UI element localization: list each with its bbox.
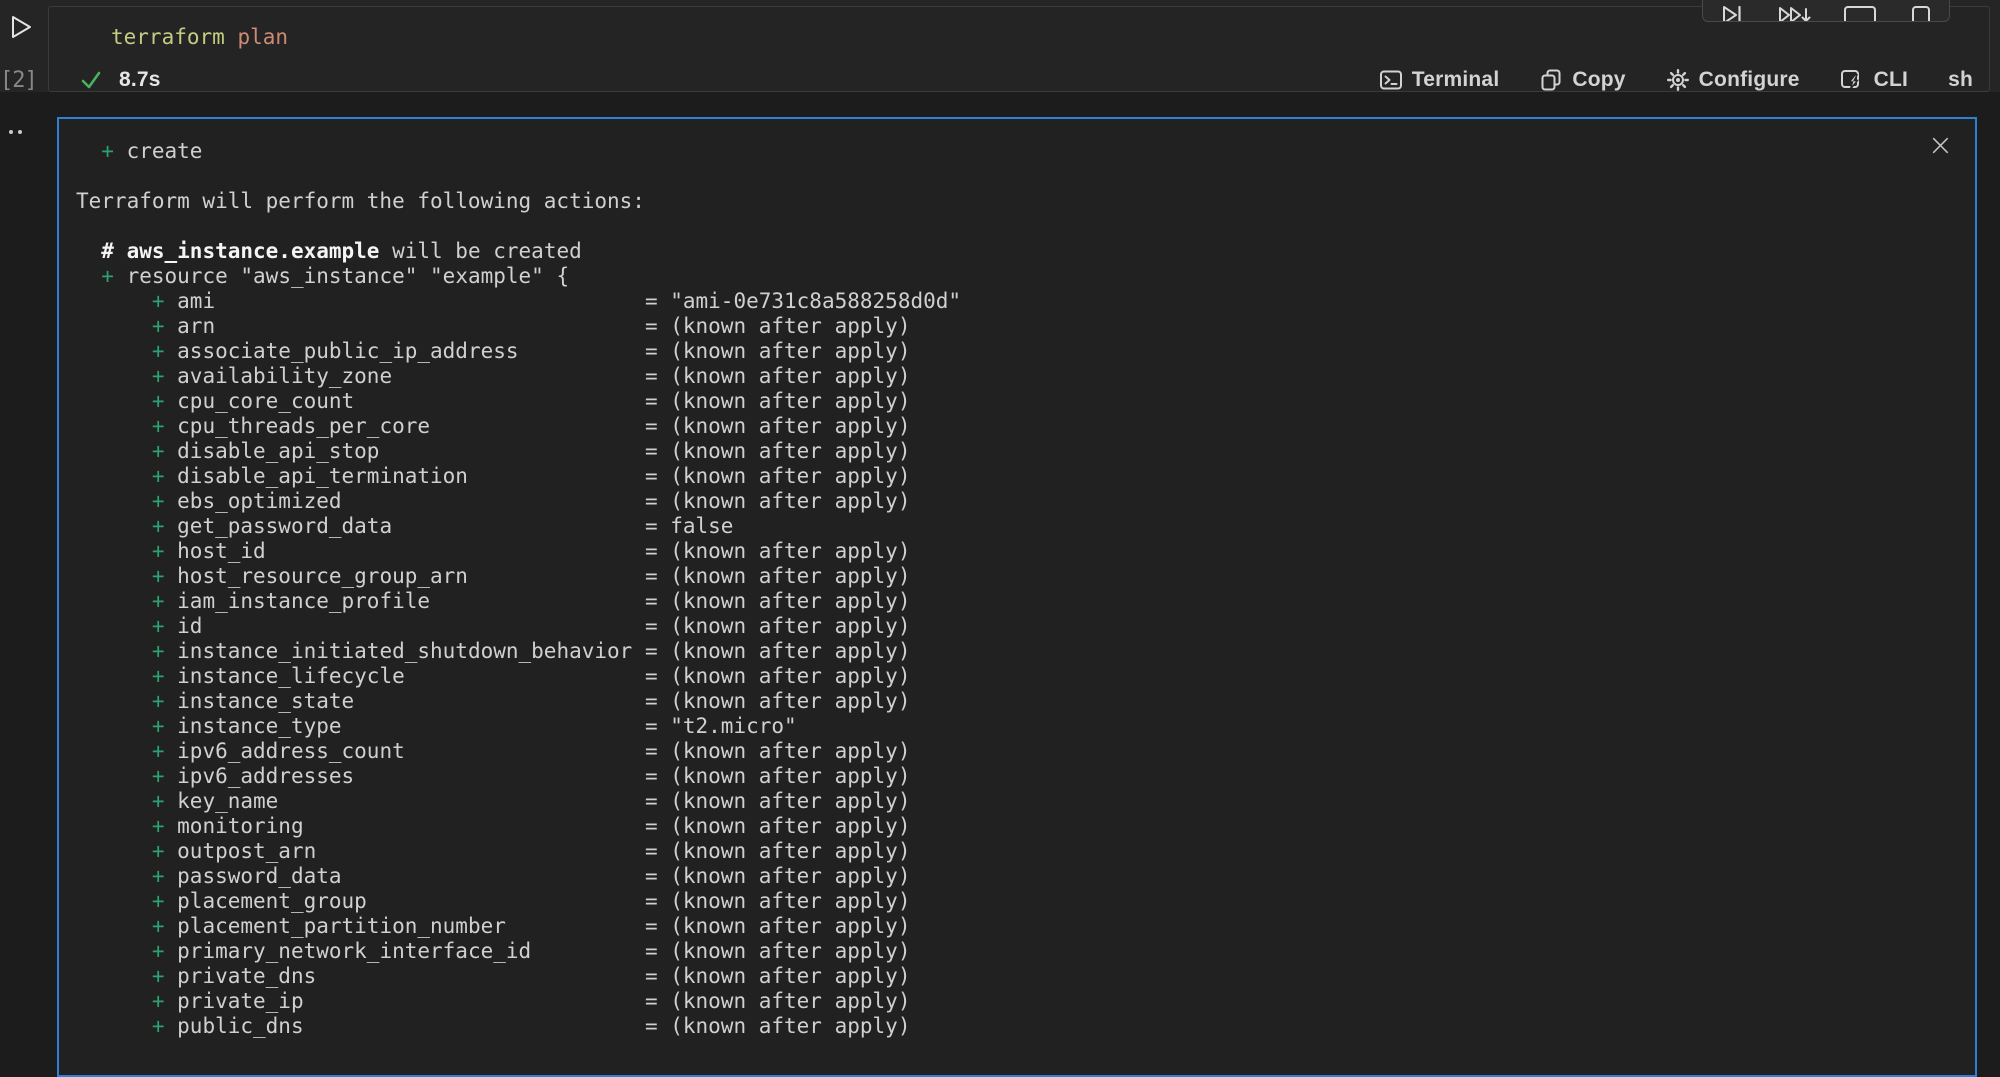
cell-actions: Terminal Copy: [1379, 65, 1973, 95]
plan-line: [76, 164, 1915, 189]
copy-button-label: Copy: [1572, 68, 1625, 92]
plan-line: + private_dns = (known after apply): [76, 964, 1915, 989]
copy-button[interactable]: Copy: [1539, 68, 1625, 92]
plan-line: + host_id = (known after apply): [76, 539, 1915, 564]
hover-toolbar: [1702, 0, 1950, 22]
plan-line: + host_resource_group_arn = (known after…: [76, 564, 1915, 589]
arrow-down-icon: [1803, 9, 1810, 21]
check-icon: [79, 68, 103, 92]
fast-forward-icon[interactable]: [1777, 3, 1811, 22]
square-icon[interactable]: [1909, 3, 1933, 22]
plan-line: + monitoring = (known after apply): [76, 814, 1915, 839]
plan-line: + public_dns = (known after apply): [76, 1014, 1915, 1039]
plan-line: + get_password_data = false: [76, 514, 1915, 539]
shell-type-button[interactable]: sh: [1948, 68, 1973, 92]
execution-count: [2]: [0, 68, 46, 93]
terminal-button-label: Terminal: [1412, 68, 1500, 92]
plan-line: + instance_state = (known after apply): [76, 689, 1915, 714]
play-icon[interactable]: [1719, 3, 1745, 22]
cli-zap-icon: [1840, 68, 1865, 92]
plan-line: + disable_api_termination = (known after…: [76, 464, 1915, 489]
plan-line: + ipv6_addresses = (known after apply): [76, 764, 1915, 789]
plan-output-panel: × + create Terraform will perform the fol…: [57, 117, 1977, 1077]
run-cell-button[interactable]: [8, 14, 34, 40]
plan-line: + instance_type = "t2.micro": [76, 714, 1915, 739]
plan-line: [76, 214, 1915, 239]
plan-line: + create: [76, 139, 1915, 164]
command-program: terraform: [111, 25, 225, 49]
plan-line: # aws_instance.example will be created: [76, 239, 1915, 264]
plan-line: + associate_public_ip_address = (known a…: [76, 339, 1915, 364]
plan-line: + cpu_threads_per_core = (known after ap…: [76, 414, 1915, 439]
plan-line: + cpu_core_count = (known after apply): [76, 389, 1915, 414]
collapse-output-toggle[interactable]: [9, 124, 39, 140]
play-outline-icon: [8, 14, 34, 40]
duration-label: 8.7s: [119, 68, 161, 92]
command-cell: terraform plan 8.7s Terminal: [48, 6, 1990, 92]
plan-line: + private_ip = (known after apply): [76, 989, 1915, 1014]
plan-line: + resource "aws_instance" "example" {: [76, 264, 1915, 289]
command-argument: plan: [237, 25, 288, 49]
cli-button[interactable]: CLI: [1840, 68, 1908, 92]
plan-line: + disable_api_stop = (known after apply): [76, 439, 1915, 464]
plan-line: + id = (known after apply): [76, 614, 1915, 639]
plan-line: + placement_group = (known after apply): [76, 889, 1915, 914]
plan-output-text: + create Terraform will perform the follo…: [59, 119, 1915, 1075]
plan-line: + ebs_optimized = (known after apply): [76, 489, 1915, 514]
close-icon[interactable]: ×: [1928, 131, 1953, 161]
plan-line: + arn = (known after apply): [76, 314, 1915, 339]
command-cell-strip: [2] terraform plan 8.7s Terminal: [0, 0, 2000, 92]
gear-icon: [1666, 68, 1690, 92]
plan-line: + ipv6_address_count = (known after appl…: [76, 739, 1915, 764]
command-text: terraform plan: [111, 23, 288, 51]
configure-button-label: Configure: [1699, 68, 1800, 92]
terminal-button[interactable]: Terminal: [1379, 68, 1500, 92]
plan-line: + password_data = (known after apply): [76, 864, 1915, 889]
panel-icon[interactable]: [1843, 3, 1877, 22]
plan-line: Terraform will perform the following act…: [76, 189, 1915, 214]
plan-line: + key_name = (known after apply): [76, 789, 1915, 814]
terminal-icon: [1379, 68, 1403, 92]
plan-line: + instance_initiated_shutdown_behavior =…: [76, 639, 1915, 664]
plan-line: + placement_partition_number = (known af…: [76, 914, 1915, 939]
plan-line: + primary_network_interface_id = (known …: [76, 939, 1915, 964]
plan-line: + instance_lifecycle = (known after appl…: [76, 664, 1915, 689]
plan-line: + availability_zone = (known after apply…: [76, 364, 1915, 389]
copy-icon: [1539, 68, 1563, 92]
status-row: 8.7s: [79, 67, 161, 93]
shell-type-label: sh: [1948, 68, 1973, 92]
cli-button-label: CLI: [1874, 68, 1908, 92]
configure-button[interactable]: Configure: [1666, 68, 1800, 92]
plan-line: + outpost_arn = (known after apply): [76, 839, 1915, 864]
plan-line: + iam_instance_profile = (known after ap…: [76, 589, 1915, 614]
plan-line: + ami = "ami-0e731c8a588258d0d": [76, 289, 1915, 314]
